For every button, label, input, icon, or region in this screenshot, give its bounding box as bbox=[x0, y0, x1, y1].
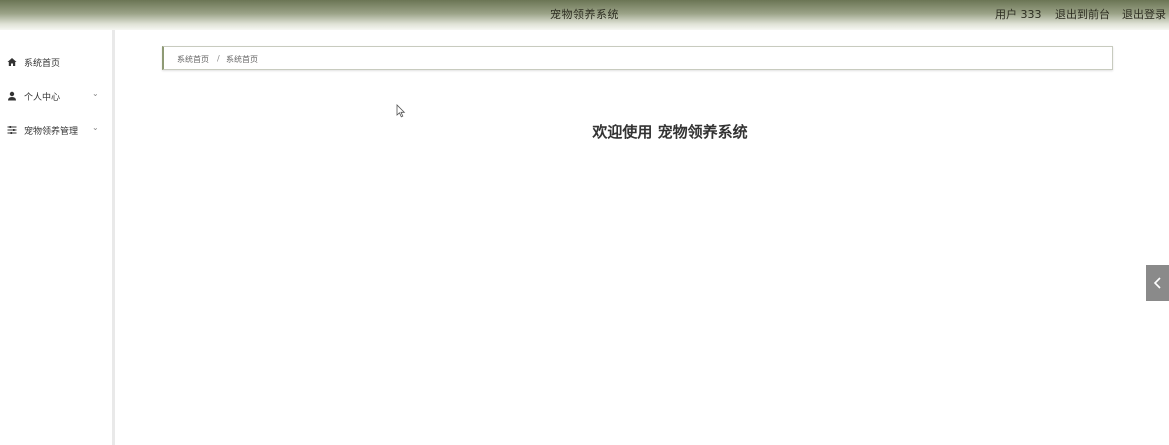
mouse-cursor-icon bbox=[396, 104, 406, 118]
chevron-left-icon bbox=[1153, 277, 1161, 289]
back-to-front-link[interactable]: 退出到前台 bbox=[1055, 6, 1110, 22]
sidebar: 系统首页 个人中心 ⌄ 宠物领养管理 ⌄ bbox=[0, 30, 115, 445]
top-header: 宠物领养系统 用户 333 退出到前台 退出登录 bbox=[0, 0, 1169, 30]
user-icon bbox=[8, 91, 16, 101]
collapse-panel-button[interactable] bbox=[1146, 265, 1169, 301]
home-icon bbox=[7, 58, 17, 66]
breadcrumb: 系统首页 / 系统首页 bbox=[162, 46, 1113, 70]
welcome-heading: 欢迎使用 宠物领养系统 bbox=[592, 123, 748, 141]
logout-link[interactable]: 退出登录 bbox=[1122, 6, 1166, 22]
sidebar-item-label: 个人中心 bbox=[24, 93, 61, 103]
sidebar-item-personal-center[interactable]: 个人中心 ⌄ bbox=[0, 86, 112, 106]
chevron-down-icon: ⌄ bbox=[92, 89, 99, 98]
user-label: 用户 333 bbox=[995, 8, 1042, 21]
sidebar-item-label: 系统首页 bbox=[24, 59, 61, 69]
breadcrumb-separator: / bbox=[217, 54, 220, 63]
sidebar-item-home[interactable]: 系统首页 bbox=[0, 52, 112, 72]
app-title: 宠物领养系统 bbox=[550, 8, 619, 21]
breadcrumb-home-link[interactable]: 系统首页 bbox=[177, 54, 209, 65]
breadcrumb-current: 系统首页 bbox=[226, 55, 258, 64]
